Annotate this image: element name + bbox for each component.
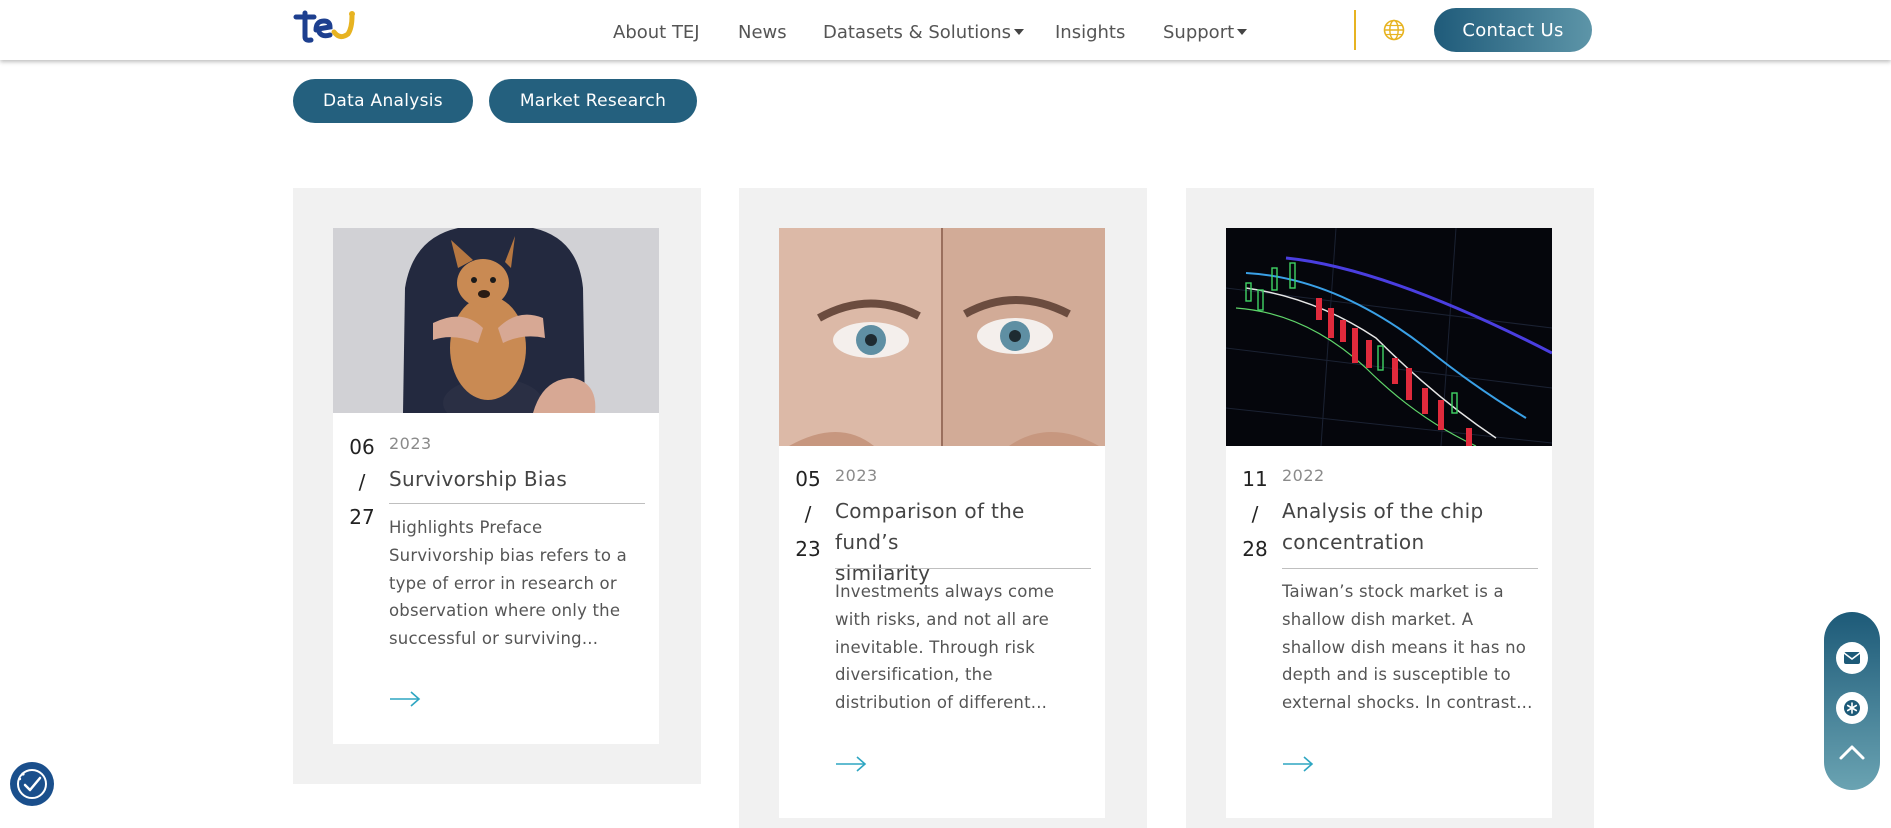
article-excerpt: Taiwan’s stock market is a shallow dish … [1282, 582, 1533, 713]
article-date: 06 / 27 [345, 430, 379, 535]
article-card: 05 / 23 2023 Comparison of the fund’s si… [739, 188, 1147, 828]
nav-news[interactable]: News [738, 22, 787, 43]
article-year: 2023 [835, 466, 878, 485]
article-image-dog[interactable] [333, 228, 659, 413]
title-divider [389, 503, 645, 504]
date-day: 23 [795, 537, 821, 561]
article-title[interactable]: Survivorship Bias [389, 464, 644, 495]
read-more-arrow-icon[interactable] [389, 690, 421, 708]
date-day: 28 [1242, 537, 1268, 561]
date-month: 06 [349, 435, 375, 459]
date-day: 27 [349, 505, 375, 529]
envelope-icon [1843, 652, 1861, 664]
header-divider [1354, 10, 1356, 50]
article-image-faces[interactable] [779, 228, 1105, 446]
article-title[interactable]: Analysis of the chip concentration [1282, 496, 1537, 558]
article-card: 06 / 27 2023 Survivorship Bias Highlight… [293, 188, 701, 784]
article-image-stock-chart[interactable] [1226, 228, 1552, 446]
article-card-body[interactable]: 05 / 23 2023 Comparison of the fund’s si… [779, 228, 1105, 818]
date-separator: / [804, 502, 812, 526]
nav-about-tej[interactable]: About TEJ [613, 22, 700, 43]
article-excerpt: Highlights Preface Survivorship bias ref… [389, 518, 627, 649]
read-more-arrow-icon[interactable] [1282, 755, 1314, 773]
date-month: 05 [795, 467, 821, 491]
article-year: 2023 [389, 434, 432, 453]
article-date: 05 / 23 [791, 462, 825, 567]
article-card-body[interactable]: 06 / 27 2023 Survivorship Bias Highlight… [333, 228, 659, 744]
title-divider [1282, 568, 1538, 569]
article-excerpt: Investments always come with risks, and … [835, 582, 1055, 713]
contact-us-button[interactable]: Contact Us [1434, 8, 1592, 52]
article-year: 2022 [1282, 466, 1325, 485]
back-to-top-chevron-up-icon[interactable] [1838, 742, 1866, 762]
article-title[interactable]: Comparison of the fund’s similarity [835, 496, 1090, 589]
tej-logo[interactable] [292, 10, 358, 44]
date-month: 11 [1242, 467, 1268, 491]
accessibility-button[interactable] [10, 762, 54, 806]
floating-contact-widget [1824, 612, 1880, 790]
chat-button[interactable] [1836, 692, 1868, 724]
date-separator: / [358, 470, 366, 494]
date-separator: / [1251, 502, 1259, 526]
accessibility-icon [17, 769, 47, 799]
site-header: About TEJ News Datasets & Solutions Insi… [0, 0, 1891, 60]
caret-down-icon [1014, 29, 1025, 35]
tag-data-analysis[interactable]: Data Analysis [293, 79, 473, 123]
read-more-arrow-icon[interactable] [835, 755, 867, 773]
asterisk-icon [1844, 700, 1860, 716]
title-divider [835, 568, 1091, 569]
nav-support[interactable]: Support [1163, 22, 1248, 43]
article-card-body[interactable]: 11 / 28 2022 Analysis of the chip concen… [1226, 228, 1552, 818]
email-button[interactable] [1836, 642, 1868, 674]
tag-market-research[interactable]: Market Research [489, 79, 697, 123]
article-card: 11 / 28 2022 Analysis of the chip concen… [1186, 188, 1594, 828]
nav-datasets-solutions[interactable]: Datasets & Solutions [823, 22, 1025, 43]
caret-down-icon [1237, 29, 1248, 35]
nav-insights[interactable]: Insights [1055, 22, 1125, 43]
globe-icon[interactable] [1382, 18, 1406, 42]
article-date: 11 / 28 [1238, 462, 1272, 567]
